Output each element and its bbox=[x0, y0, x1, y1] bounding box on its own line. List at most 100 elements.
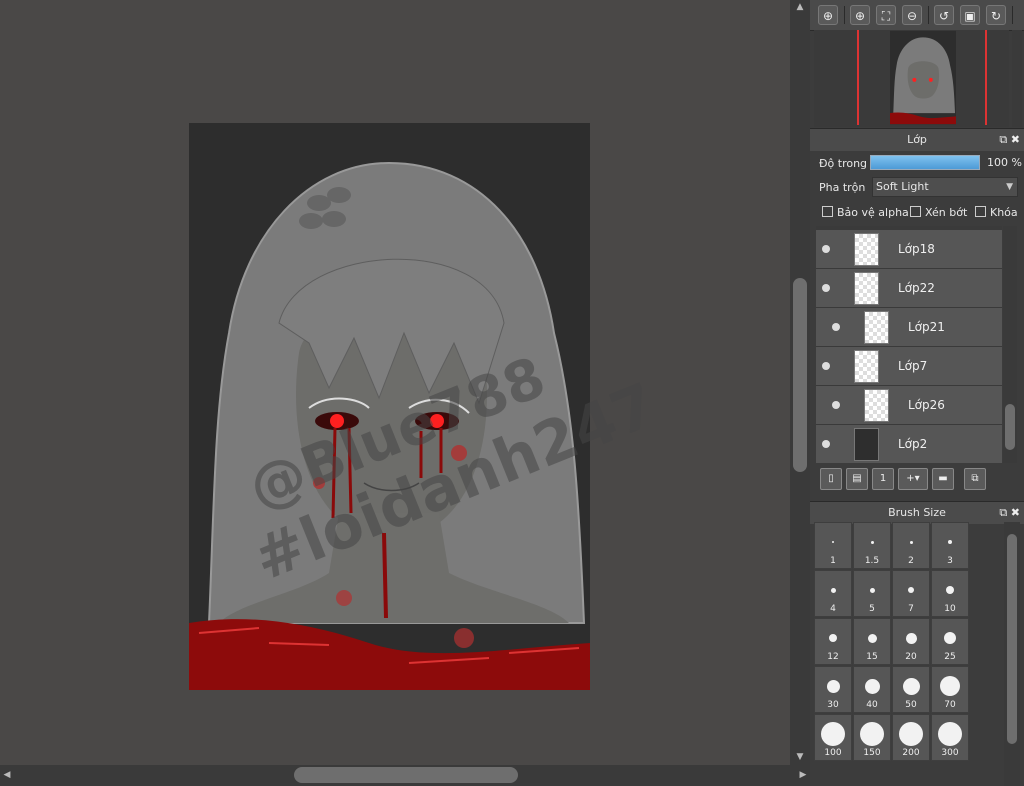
duplicate-layer-icon[interactable]: ⧉ bbox=[964, 468, 986, 490]
layer-row[interactable]: Lớp2 bbox=[816, 425, 1002, 463]
brush-size-option[interactable]: 20 bbox=[892, 618, 930, 665]
brush-size-option[interactable]: 2 bbox=[892, 522, 930, 569]
brush-size-label: 2 bbox=[908, 556, 914, 566]
layer-row[interactable]: Lớp26 bbox=[816, 386, 1002, 425]
checkbox-box[interactable] bbox=[975, 206, 986, 217]
brush-size-label: 40 bbox=[866, 700, 878, 710]
checkbox-box[interactable] bbox=[822, 206, 833, 217]
layer-list-scrollbar[interactable] bbox=[1003, 226, 1017, 463]
layer-row[interactable]: Lớp7 bbox=[816, 347, 1002, 386]
brush-size-scroll-thumb[interactable] bbox=[1007, 534, 1017, 744]
blend-mode-select[interactable]: Soft Light ▼ bbox=[872, 177, 1018, 197]
canvas-area[interactable]: @Blue788 #loidanh247 bbox=[0, 0, 790, 765]
brush-size-option[interactable]: 10 bbox=[931, 570, 969, 617]
brush-size-option[interactable]: 50 bbox=[892, 666, 930, 713]
layer-thumbnail bbox=[864, 389, 889, 422]
scroll-down-icon[interactable]: ▼ bbox=[790, 750, 810, 764]
scroll-right-icon[interactable]: ▶ bbox=[796, 765, 810, 786]
visibility-eye-icon[interactable] bbox=[822, 284, 830, 292]
brush-size-label: 5 bbox=[869, 604, 875, 614]
visibility-eye-icon[interactable] bbox=[822, 245, 830, 253]
brush-size-label: 15 bbox=[866, 652, 878, 662]
zoom-out-icon[interactable]: ⊖ bbox=[902, 5, 922, 25]
visibility-eye-icon[interactable] bbox=[822, 362, 830, 370]
brush-size-option[interactable]: 4 bbox=[814, 570, 852, 617]
new-layer-icon[interactable]: ▯ bbox=[820, 468, 842, 490]
brush-size-scrollbar[interactable] bbox=[1004, 522, 1020, 786]
brush-size-preview-icon bbox=[905, 632, 917, 644]
zoom-in-icon[interactable]: ⊕ bbox=[818, 5, 838, 25]
brush-size-label: 20 bbox=[905, 652, 917, 662]
navigator-scrollbar[interactable] bbox=[1012, 30, 1022, 127]
clipping-checkbox[interactable]: Xén bớt bbox=[910, 206, 967, 219]
blend-mode-label: Pha trộn bbox=[819, 181, 866, 194]
scroll-up-icon[interactable]: ▲ bbox=[790, 0, 810, 14]
brush-size-preview-icon bbox=[821, 722, 845, 746]
new-1bit-layer-icon[interactable]: 1 bbox=[872, 468, 894, 490]
horizontal-scroll-thumb[interactable] bbox=[294, 767, 518, 783]
toolbar-separator bbox=[1012, 6, 1013, 24]
brush-size-label: 30 bbox=[827, 700, 839, 710]
layer-list[interactable]: Lớp18 Lớp22 Lớp21 Lớp7 Lớp26 Lớp2 bbox=[816, 226, 1002, 463]
layer-name: Lớp18 bbox=[898, 242, 935, 256]
brush-size-option[interactable]: 5 bbox=[853, 570, 891, 617]
visibility-eye-icon[interactable] bbox=[822, 440, 830, 448]
brush-size-option[interactable]: 200 bbox=[892, 714, 930, 761]
canvas-horizontal-scrollbar[interactable]: ◀ ▶ bbox=[0, 765, 810, 786]
brush-size-label: 150 bbox=[863, 748, 881, 758]
canvas-vertical-scrollbar[interactable]: ▲ ▼ bbox=[790, 0, 810, 765]
brush-size-option[interactable]: 150 bbox=[853, 714, 891, 761]
clipping-label: Xén bớt bbox=[925, 206, 968, 219]
close-icon[interactable]: ✖ bbox=[1011, 133, 1020, 146]
brush-size-label: 300 bbox=[941, 748, 959, 758]
navigator-preview[interactable] bbox=[814, 30, 1009, 127]
add-layer-menu-icon[interactable]: +▾ bbox=[898, 468, 928, 490]
popout-icon[interactable]: ⧉ bbox=[999, 133, 1007, 146]
brush-size-option[interactable]: 300 bbox=[931, 714, 969, 761]
brush-size-option[interactable]: 15 bbox=[853, 618, 891, 665]
layer-thumbnail bbox=[854, 272, 879, 305]
layer-row[interactable]: Lớp22 bbox=[816, 269, 1002, 308]
brush-size-preview-icon bbox=[909, 540, 913, 544]
brush-size-option[interactable]: 100 bbox=[814, 714, 852, 761]
new-vector-layer-icon[interactable]: ▤ bbox=[846, 468, 868, 490]
brush-size-preview-icon bbox=[938, 722, 962, 746]
brush-size-preview-icon bbox=[946, 586, 954, 594]
brush-size-preview-icon bbox=[899, 722, 923, 746]
layer-list-scroll-thumb[interactable] bbox=[1005, 404, 1015, 450]
rotate-left-icon[interactable]: ↺ bbox=[934, 5, 954, 25]
reset-view-icon[interactable]: ▣ bbox=[960, 5, 980, 25]
opacity-label: Độ trong bbox=[819, 157, 868, 170]
brush-size-option[interactable]: 3 bbox=[931, 522, 969, 569]
brush-size-option[interactable]: 70 bbox=[931, 666, 969, 713]
brush-size-preview-icon bbox=[832, 541, 834, 543]
brush-size-option[interactable]: 25 bbox=[931, 618, 969, 665]
layer-row[interactable]: Lớp18 bbox=[816, 230, 1002, 269]
layer-name: Lớp7 bbox=[898, 359, 928, 373]
rotate-right-icon[interactable]: ↻ bbox=[986, 5, 1006, 25]
brush-size-option[interactable]: 12 bbox=[814, 618, 852, 665]
vertical-scroll-thumb[interactable] bbox=[793, 278, 807, 472]
brush-size-label: 3 bbox=[947, 556, 953, 566]
brush-size-option[interactable]: 1.5 bbox=[853, 522, 891, 569]
visibility-eye-icon[interactable] bbox=[832, 323, 840, 331]
fit-icon[interactable]: ⛶ bbox=[876, 5, 896, 25]
brush-size-option[interactable]: 7 bbox=[892, 570, 930, 617]
scroll-left-icon[interactable]: ◀ bbox=[0, 765, 14, 786]
zoom-icon[interactable]: ⊕ bbox=[850, 5, 870, 25]
layer-row[interactable]: Lớp21 bbox=[816, 308, 1002, 347]
visibility-eye-icon[interactable] bbox=[832, 401, 840, 409]
lock-label: Khóa bbox=[990, 206, 1018, 219]
new-folder-icon[interactable]: ▬ bbox=[932, 468, 954, 490]
brush-size-preview-icon bbox=[860, 722, 884, 746]
lock-checkbox[interactable]: Khóa bbox=[975, 206, 1018, 219]
opacity-slider[interactable] bbox=[870, 155, 980, 170]
brush-size-option[interactable]: 30 bbox=[814, 666, 852, 713]
close-icon[interactable]: ✖ bbox=[1011, 506, 1020, 519]
brush-size-option[interactable]: 1 bbox=[814, 522, 852, 569]
protect-alpha-checkbox[interactable]: Bảo vệ alpha bbox=[822, 206, 909, 219]
checkbox-box[interactable] bbox=[910, 206, 921, 217]
popout-icon[interactable]: ⧉ bbox=[999, 506, 1007, 519]
brush-size-label: 1 bbox=[830, 556, 836, 566]
brush-size-option[interactable]: 40 bbox=[853, 666, 891, 713]
